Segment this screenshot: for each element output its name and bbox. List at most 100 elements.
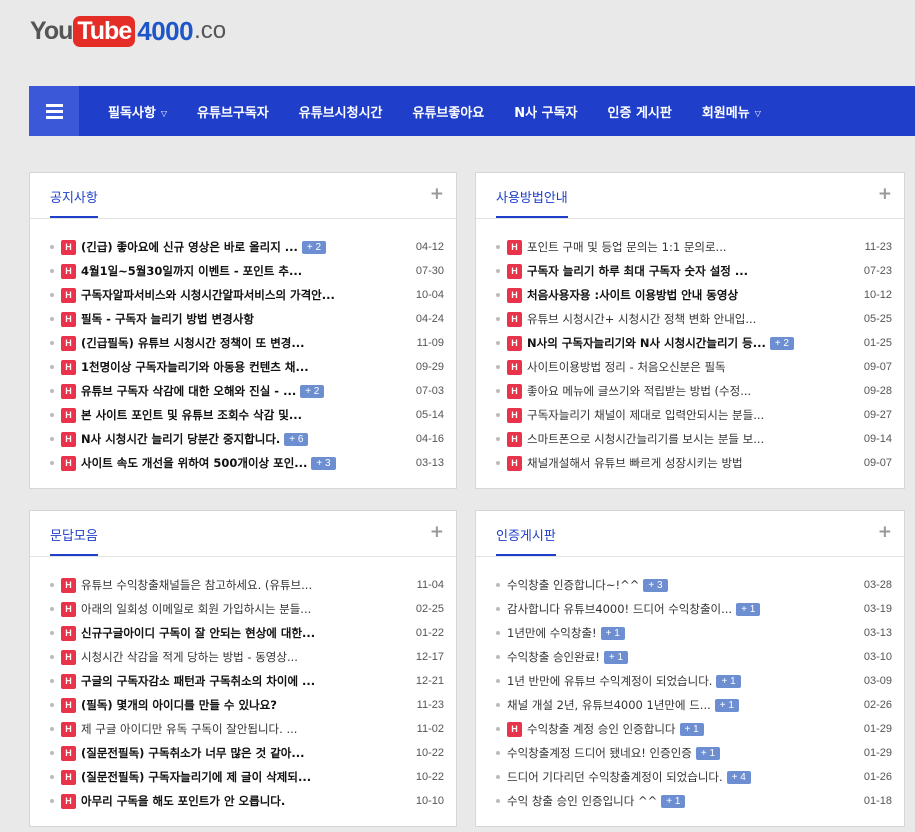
post-list-item[interactable]: H (질문전필독) 구독자늘리기에 제 글이 삭제되... 10-22 [30,765,456,789]
post-title[interactable]: N사의 구독자늘리기와 N사 시청시간늘리기 등... [527,335,766,351]
post-list-item[interactable]: H N사 시청시간 늘리기 당분간 중지합니다. + 6 04-16 [30,427,456,451]
post-list-item[interactable]: H (질문전필독) 구독취소가 너무 많은 것 같아... 10-22 [30,741,456,765]
post-list-item[interactable]: H 필독 - 구독자 늘리기 방법 변경사항 04-24 [30,307,456,331]
post-title[interactable]: 스마트폰으로 시청시간늘리기를 보시는 분들 보... [527,431,764,447]
post-title[interactable]: 제 구글 아이디만 유독 구독이 잘안됩니다. ... [81,721,297,737]
nav-item[interactable]: 회원메뉴 ▽ [687,102,776,121]
post-list-item[interactable]: H 1천명이상 구독자늘리기와 아동용 컨텐츠 채... 09-29 [30,355,456,379]
panel-title[interactable]: 문답모음 [50,525,98,556]
post-title[interactable]: 필독 - 구독자 늘리기 방법 변경사항 [81,311,254,327]
post-title[interactable]: 유튜브 시청시간+ 시청시간 정책 변화 안내입... [527,311,756,327]
post-list-item[interactable]: H 채널개설해서 유튜브 빠르게 성장시키는 방법 09-07 [476,451,904,475]
more-plus-icon[interactable]: + [878,184,892,204]
post-title[interactable]: (긴급) 좋아요에 신규 영상은 바로 올리지 ... [81,239,298,255]
nav-item[interactable]: 유튜브구독자 [182,102,284,121]
post-title[interactable]: N사 시청시간 늘리기 당분간 중지합니다. [81,431,280,447]
post-title[interactable]: 좋아요 메뉴에 글쓰기와 적립받는 방법 (수정... [527,383,751,399]
logo-tube: Tube [73,15,136,47]
post-title[interactable]: 수익창출 계정 승인 인증합니다 [527,721,676,737]
nav-item[interactable]: 필독사항 ▽ [93,102,182,121]
post-title[interactable]: 채널 개설 2년, 유튜브4000 1년만에 드... [507,697,711,713]
post-title[interactable]: 포인트 구매 및 등업 문의는 1:1 문의로... [527,239,727,255]
post-title[interactable]: 아무리 구독을 해도 포인트가 안 오릅니다. [81,793,285,809]
post-title[interactable]: 구독자알파서비스와 시청시간알파서비스의 가격안... [81,287,335,303]
post-title[interactable]: (질문전필독) 구독자늘리기에 제 글이 삭제되... [81,769,311,785]
post-list-item[interactable]: H 시청시간 삭감을 적게 당하는 방법 - 동영상... 12-17 [30,645,456,669]
post-list-item[interactable]: H 유튜브 구독자 삭감에 대한 오해와 진실 - ... + 2 07-03 [30,379,456,403]
post-title[interactable]: 구글의 구독자감소 패턴과 구독취소의 차이에 ... [81,673,315,689]
more-plus-icon[interactable]: + [430,522,444,542]
post-title[interactable]: 4월1일~5월30일까지 이벤트 - 포인트 추... [81,263,302,279]
post-list: H 포인트 구매 및 등업 문의는 1:1 문의로... 11-23 H 구독자 늘리기… [476,219,904,475]
post-title[interactable]: 수익창출 인증합니다~!^^ [507,577,639,593]
post-list-item[interactable]: H (긴급) 좋아요에 신규 영상은 바로 올리지 ... + 2 04-12 [30,235,456,259]
nav-item[interactable]: 유튜브좋아요 [398,102,500,121]
post-list-item[interactable]: H 신규구글아이디 구독이 잘 안되는 현상에 대한... 01-22 [30,621,456,645]
post-title[interactable]: 감사합니다 유튜브4000! 드디어 수익창출이... [507,601,732,617]
post-list-item[interactable]: H 사이트 속도 개선을 위하여 500개이상 포인... + 3 03-13 [30,451,456,475]
post-title[interactable]: 아래의 일회성 이메일로 회원 가입하시는 분들... [81,601,311,617]
post-list-item[interactable]: H 제 구글 아이디만 유독 구독이 잘안됩니다. ... 11-02 [30,717,456,741]
post-list-item[interactable]: 수익 창출 승인 인증입니다 ^^ + 1 01-18 [476,789,904,813]
post-list-item[interactable]: H 사이트이용방법 정리 - 처음오신분은 필독 09-07 [476,355,904,379]
post-title[interactable]: 수익 창출 승인 인증입니다 ^^ [507,793,657,809]
post-list-item[interactable]: H 좋아요 메뉴에 글쓰기와 적립받는 방법 (수정... 09-28 [476,379,904,403]
hamburger-menu-icon[interactable] [29,86,79,136]
post-list-item[interactable]: 드디어 기다리던 수익창출계정이 되었습니다. + 4 01-26 [476,765,904,789]
post-list-item[interactable]: H 본 사이트 포인트 및 유튜브 조회수 삭감 및... 05-14 [30,403,456,427]
post-title[interactable]: 시청시간 삭감을 적게 당하는 방법 - 동영상... [81,649,298,665]
post-list-item[interactable]: 수익창출 인증합니다~!^^ + 3 03-28 [476,573,904,597]
post-list-item[interactable]: H 구글의 구독자감소 패턴과 구독취소의 차이에 ... 12-21 [30,669,456,693]
post-list-item[interactable]: H 포인트 구매 및 등업 문의는 1:1 문의로... 11-23 [476,235,904,259]
site-logo[interactable]: You Tube 4000 .co [30,14,226,48]
post-list-item[interactable]: H 4월1일~5월30일까지 이벤트 - 포인트 추... 07-30 [30,259,456,283]
post-title[interactable]: 구독자늘리기 채널이 제대로 입력안되시는 분들... [527,407,764,423]
post-list-item[interactable]: H (필독) 몇개의 아이디를 만들 수 있나요? 11-23 [30,693,456,717]
post-list-item[interactable]: H (긴급필독) 유튜브 시청시간 정책이 또 변경... 11-09 [30,331,456,355]
post-list-item[interactable]: H 유튜브 시청시간+ 시청시간 정책 변화 안내입... 05-25 [476,307,904,331]
post-list-item[interactable]: H 아래의 일회성 이메일로 회원 가입하시는 분들... 02-25 [30,597,456,621]
post-title[interactable]: 처음사용자용 :사이트 이용방법 안내 동영상 [527,287,738,303]
more-plus-icon[interactable]: + [878,522,892,542]
post-title[interactable]: 수익창출계정 드디어 됐네요! 인증인증 [507,745,692,761]
nav-item[interactable]: 인증 게시판 [593,102,687,121]
post-title[interactable]: 1년 반만에 유튜브 수익계정이 되었습니다. [507,673,712,689]
post-title[interactable]: 신규구글아이디 구독이 잘 안되는 현상에 대한... [81,625,315,641]
post-title[interactable]: 유튜브 수익창출채널들은 참고하세요. (유튜브... [81,577,312,593]
post-list-item[interactable]: 1년 반만에 유튜브 수익계정이 되었습니다. + 1 03-09 [476,669,904,693]
post-list-item[interactable]: H 구독자늘리기 채널이 제대로 입력안되시는 분들... 09-27 [476,403,904,427]
post-list-item[interactable]: 1년만에 수익창출! + 1 03-13 [476,621,904,645]
post-list-item[interactable]: 수익창출계정 드디어 됐네요! 인증인증 + 1 01-29 [476,741,904,765]
post-title[interactable]: (필독) 몇개의 아이디를 만들 수 있나요? [81,697,277,713]
post-title[interactable]: (긴급필독) 유튜브 시청시간 정책이 또 변경... [81,335,305,351]
post-title[interactable]: 드디어 기다리던 수익창출계정이 되었습니다. [507,769,723,785]
post-list-item[interactable]: H 수익창출 계정 승인 인증합니다 + 1 01-29 [476,717,904,741]
post-list-item[interactable]: H 아무리 구독을 해도 포인트가 안 오릅니다. 10-10 [30,789,456,813]
post-title[interactable]: 수익창출 승인완료! [507,649,600,665]
more-plus-icon[interactable]: + [430,184,444,204]
post-list-item[interactable]: H 구독자 늘리기 하루 최대 구독자 숫자 설정 ... 07-23 [476,259,904,283]
post-title[interactable]: 채널개설해서 유튜브 빠르게 성장시키는 방법 [527,455,743,471]
post-title[interactable]: 유튜브 구독자 삭감에 대한 오해와 진실 - ... [81,383,296,399]
panel-title[interactable]: 공지사항 [50,187,98,218]
panel-title[interactable]: 사용방법안내 [496,187,568,218]
post-title[interactable]: 본 사이트 포인트 및 유튜브 조회수 삭감 및... [81,407,302,423]
post-title[interactable]: 1년만에 수익창출! [507,625,597,641]
post-title[interactable]: 구독자 늘리기 하루 최대 구독자 숫자 설정 ... [527,263,748,279]
nav-item[interactable]: N사 구독자 [499,102,592,121]
post-title[interactable]: 사이트 속도 개선을 위하여 500개이상 포인... [81,455,307,471]
post-list-item[interactable]: H N사의 구독자늘리기와 N사 시청시간늘리기 등... + 2 01-25 [476,331,904,355]
nav-item[interactable]: 유튜브시청시간 [284,102,398,121]
post-list-item[interactable]: H 처음사용자용 :사이트 이용방법 안내 동영상 10-12 [476,283,904,307]
post-date: 10-10 [415,795,444,807]
post-list-item[interactable]: 채널 개설 2년, 유튜브4000 1년만에 드... + 1 02-26 [476,693,904,717]
post-title[interactable]: 사이트이용방법 정리 - 처음오신분은 필독 [527,359,726,375]
post-title[interactable]: (질문전필독) 구독취소가 너무 많은 것 같아... [81,745,305,761]
panel-title[interactable]: 인증게시판 [496,525,556,556]
post-list-item[interactable]: 감사합니다 유튜브4000! 드디어 수익창출이... + 1 03-19 [476,597,904,621]
post-list-item[interactable]: H 유튜브 수익창출채널들은 참고하세요. (유튜브... 11-04 [30,573,456,597]
post-list-item[interactable]: 수익창출 승인완료! + 1 03-10 [476,645,904,669]
post-list-item[interactable]: H 스마트폰으로 시청시간늘리기를 보시는 분들 보... 09-14 [476,427,904,451]
post-title[interactable]: 1천명이상 구독자늘리기와 아동용 컨텐츠 채... [81,359,309,375]
post-list-item[interactable]: H 구독자알파서비스와 시청시간알파서비스의 가격안... 10-04 [30,283,456,307]
